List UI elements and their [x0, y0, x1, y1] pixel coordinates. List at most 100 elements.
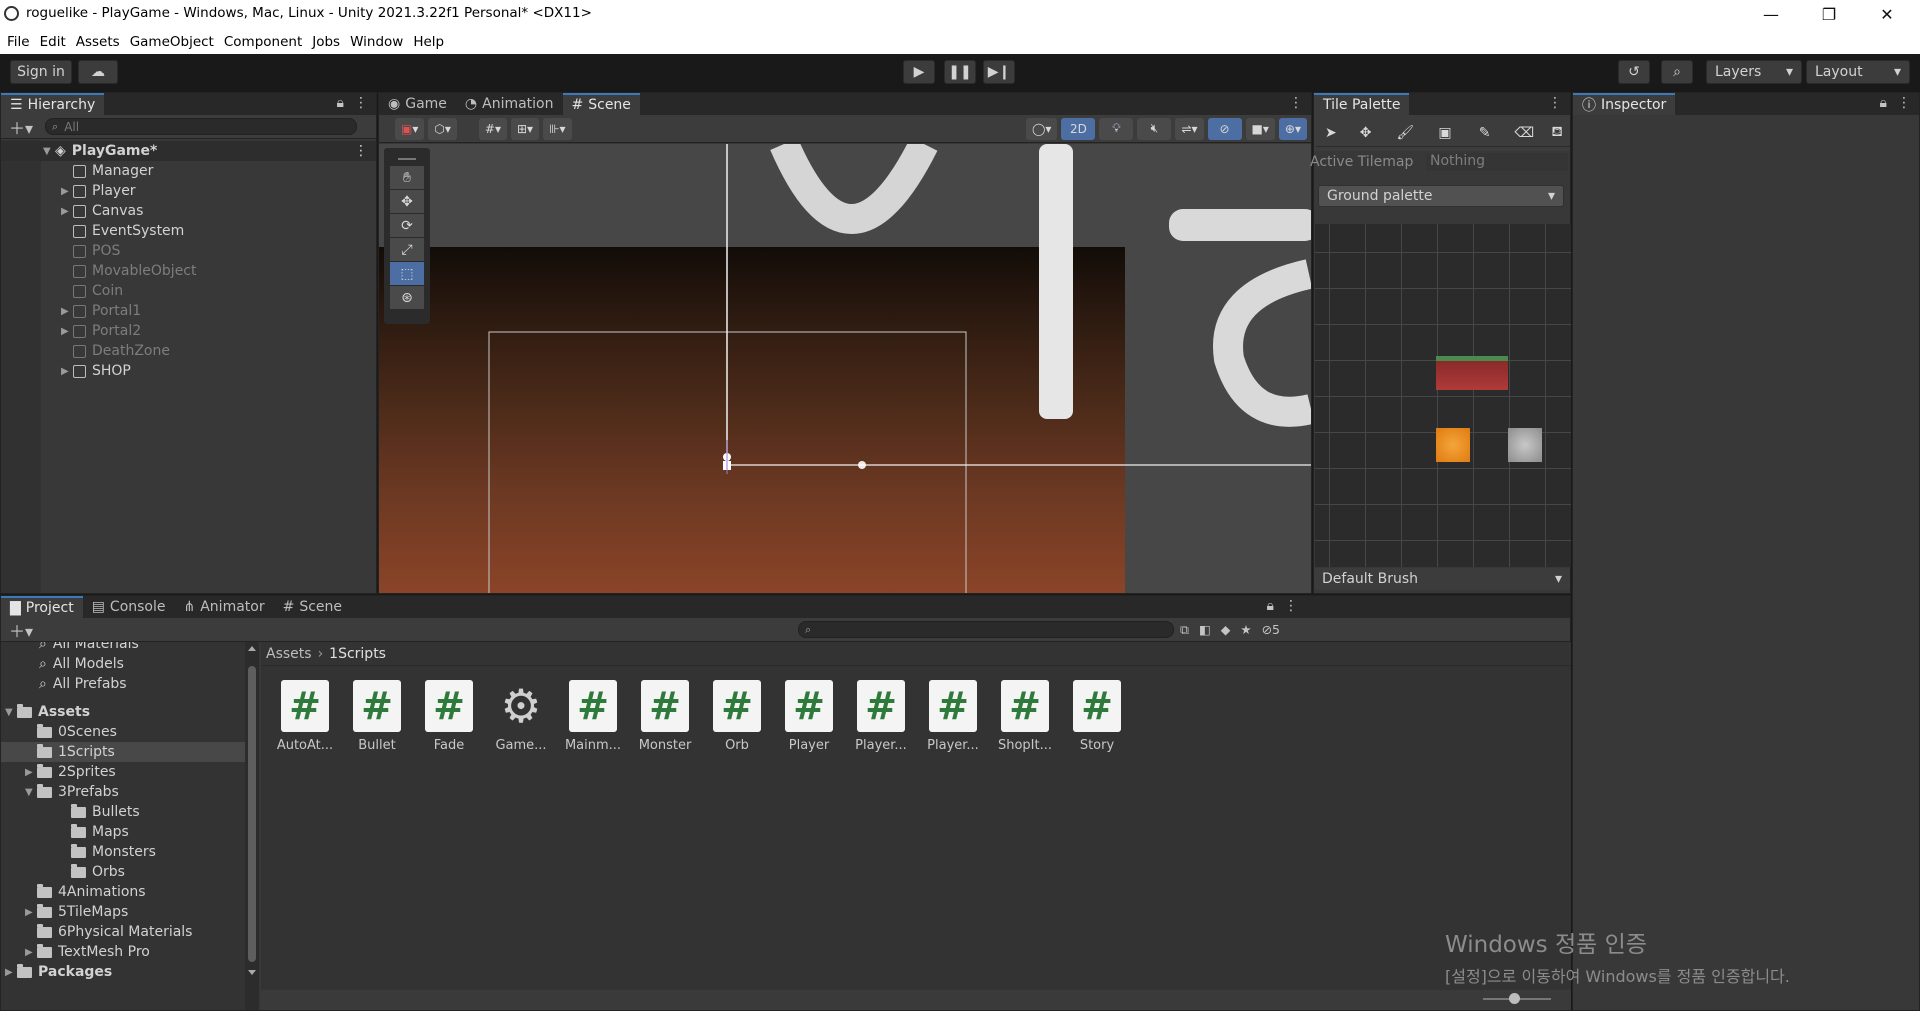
more-options-icon[interactable]: ⋮	[1289, 95, 1303, 111]
chevron-right-icon[interactable]: ▶	[61, 186, 73, 197]
lock-icon[interactable]: 🔒︎	[1267, 598, 1274, 614]
breadcrumb-assets[interactable]: Assets	[266, 646, 312, 662]
tile-gray[interactable]	[1508, 428, 1542, 462]
hierarchy-item[interactable]: Coin	[1, 281, 376, 301]
chevron-right-icon[interactable]: ▶	[61, 206, 73, 217]
favorites-icon[interactable]: ★	[1240, 622, 1251, 637]
lock-icon[interactable]: 🔒︎	[337, 95, 344, 111]
step-button[interactable]: ▶❙	[983, 60, 1015, 84]
more-options-icon[interactable]: ⋮	[1897, 95, 1911, 111]
scroll-thumb[interactable]	[248, 666, 256, 962]
tab-inspector[interactable]: ⓘ Inspector	[1573, 93, 1676, 115]
layers-dropdown[interactable]: Layers ▾	[1706, 60, 1802, 84]
asset-item[interactable]: ⚙ Game...	[485, 679, 557, 753]
toggle-2d-button[interactable]: 2D	[1061, 117, 1096, 140]
more-options-icon[interactable]: ⋮	[1284, 598, 1298, 614]
tile-orange[interactable]	[1436, 428, 1470, 462]
play-button[interactable]: ▶	[903, 60, 935, 84]
scroll-up-icon[interactable]	[248, 646, 256, 651]
folder-item[interactable]: Maps	[1, 822, 245, 842]
grid-visibility-button[interactable]: ⊞ ▾	[510, 117, 540, 140]
picker-tool[interactable]: ✎	[1464, 119, 1505, 147]
folder-item[interactable]: Monsters	[1, 842, 245, 862]
maximize-button[interactable]: ❐	[1800, 0, 1858, 29]
history-button[interactable]: ↺	[1618, 60, 1650, 84]
rect-tool[interactable]: ⬚	[390, 262, 424, 286]
scroll-down-icon[interactable]	[248, 970, 256, 975]
chevron-right-icon[interactable]: ▶	[61, 326, 73, 337]
breadcrumb-current[interactable]: 1Scripts	[329, 646, 386, 662]
folder-item[interactable]: 1Scripts	[1, 742, 245, 762]
increment-snap-button[interactable]: ⊪ ▾	[543, 117, 572, 140]
hidden-packages-icon[interactable]: ⊘	[1262, 622, 1272, 637]
hierarchy-item[interactable]: MovableObject	[1, 261, 376, 281]
hierarchy-item[interactable]: ▶ Player	[1, 181, 376, 201]
folder-item[interactable]: 0Scenes	[1, 722, 245, 742]
tab-animation[interactable]: ◔ Animation	[456, 93, 563, 115]
active-tilemap-field[interactable]: Nothing	[1426, 153, 1568, 171]
lock-icon[interactable]: 🔒︎	[1880, 95, 1887, 111]
tab-console[interactable]: ▤ Console	[83, 596, 175, 618]
pause-button[interactable]: ❚❚	[944, 60, 976, 84]
folder-item[interactable]: 4Animations	[1, 882, 245, 902]
move-tool[interactable]: ✥	[390, 190, 424, 214]
transform-tool[interactable]: ⊛	[390, 286, 424, 310]
search-button[interactable]: ⌕	[1661, 60, 1693, 84]
favorite-item[interactable]: ⌕ All Prefabs	[1, 674, 245, 694]
packages-root[interactable]: ▶ Packages	[1, 962, 245, 982]
tab-tile-palette[interactable]: Tile Palette	[1314, 93, 1410, 115]
chevron-right-icon[interactable]: ▶	[25, 947, 37, 958]
asset-item[interactable]: # Story	[1061, 680, 1133, 753]
chevron-right-icon[interactable]: ▶	[25, 767, 37, 778]
close-button[interactable]: ✕	[1858, 0, 1916, 29]
effects-button[interactable]: ⇌ ▾	[1175, 117, 1204, 140]
scale-tool[interactable]: ⤢	[390, 238, 424, 262]
label-filter-icon[interactable]: ◆	[1221, 622, 1231, 637]
folder-item[interactable]: ▼ 3Prefabs	[1, 782, 245, 802]
asset-item[interactable]: # Monster	[629, 680, 701, 753]
sign-in-button[interactable]: Sign in	[10, 60, 72, 84]
hierarchy-item[interactable]: ▶ SHOP	[1, 361, 376, 381]
add-icon[interactable]: ＋▾	[9, 618, 33, 642]
tree-scrollbar[interactable]	[245, 642, 259, 1010]
player-gizmo[interactable]	[723, 440, 731, 474]
scene-viewport[interactable]: ✋︎ ✥ ⟳ ⤢ ⬚ ⊛	[379, 144, 1311, 593]
asset-item[interactable]: # Mainm...	[557, 680, 629, 753]
menu-gameobject[interactable]: GameObject	[130, 34, 214, 50]
palette-grid[interactable]	[1315, 224, 1571, 567]
hierarchy-search-input[interactable]: ⌕ All	[45, 118, 358, 135]
search-filter-icon[interactable]: ⧉	[1180, 622, 1189, 638]
folder-item[interactable]: ▶ 5TileMaps	[1, 902, 245, 922]
shading-button[interactable]: ⬡ ▾	[428, 117, 457, 140]
zoom-slider-handle[interactable]	[1509, 993, 1520, 1004]
asset-item[interactable]: # Orb	[701, 680, 773, 753]
asset-item[interactable]: # Player	[773, 680, 845, 753]
grid-snap-button[interactable]: # ▾	[478, 117, 507, 140]
select-tool[interactable]: ➤	[1316, 119, 1346, 147]
draw-mode-button[interactable]: ▣ ▾	[395, 117, 425, 140]
gizmos-button[interactable]: ⊕ ▾	[1278, 117, 1307, 140]
menu-assets[interactable]: Assets	[76, 34, 120, 50]
folder-item[interactable]: ▶ 2Sprites	[1, 762, 245, 782]
menu-jobs[interactable]: Jobs	[312, 34, 340, 50]
folder-item[interactable]: Bullets	[1, 802, 245, 822]
asset-item[interactable]: # Bullet	[341, 680, 413, 753]
folder-item[interactable]: ▶ TextMesh Pro	[1, 942, 245, 962]
paint-tool[interactable]: 🖌︎	[1385, 119, 1426, 147]
menu-window[interactable]: Window	[350, 34, 403, 50]
tile-ground-red[interactable]	[1436, 356, 1508, 390]
hierarchy-item[interactable]: ▶ Canvas	[1, 201, 376, 221]
scene-root[interactable]: ▼ ◈ PlayGame* ⋮	[1, 141, 376, 161]
chevron-down-icon[interactable]: ▼	[5, 707, 17, 718]
minimize-button[interactable]: —	[1742, 0, 1800, 29]
tab-game[interactable]: ◉ Game	[379, 93, 456, 115]
tab-scene-2[interactable]: # Scene	[274, 596, 351, 618]
hierarchy-item[interactable]: DeathZone	[1, 341, 376, 361]
asset-item[interactable]: # AutoAt...	[269, 680, 341, 753]
rotate-tool[interactable]: ⟳	[390, 214, 424, 238]
chevron-down-icon[interactable]: ▼	[43, 146, 55, 157]
more-options-icon[interactable]: ⋮	[1548, 95, 1562, 111]
more-options-icon[interactable]: ⋮	[354, 143, 368, 159]
hierarchy-item[interactable]: ▶ Portal1	[1, 301, 376, 321]
fill-tool[interactable]: ⛾	[1544, 119, 1570, 147]
